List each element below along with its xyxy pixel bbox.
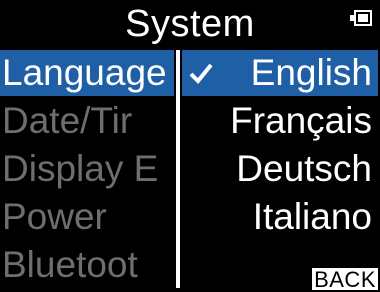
language-option-label: Italiano: [252, 196, 372, 237]
menu-item-power[interactable]: Power: [0, 194, 174, 240]
battery-icon: [350, 10, 374, 26]
settings-menu: Language Date/Tir Display E Power Blueto…: [0, 50, 174, 288]
language-list: English Français Deutsch Italiano BACK: [182, 50, 380, 292]
back-button[interactable]: BACK: [312, 268, 378, 292]
language-option-deutsch[interactable]: Deutsch: [182, 146, 378, 192]
language-option-label: Français: [230, 100, 372, 141]
menu-item-language[interactable]: Language: [0, 50, 174, 96]
language-option-english[interactable]: English: [182, 50, 378, 96]
header: System: [0, 0, 380, 48]
menu-item-date-time[interactable]: Date/Tir: [0, 98, 174, 144]
language-option-francais[interactable]: Français: [182, 98, 378, 144]
checkmark-icon: [189, 63, 213, 84]
language-option-label: English: [250, 52, 372, 93]
menu-item-bluetooth[interactable]: Bluetoot: [0, 242, 174, 288]
divider: [176, 50, 180, 288]
page-title: System: [125, 3, 255, 45]
language-option-italiano[interactable]: Italiano: [182, 194, 378, 240]
screen: System Language Date/Tir Display E Power…: [0, 0, 380, 292]
language-option-label: Deutsch: [236, 148, 372, 189]
menu-item-display[interactable]: Display E: [0, 146, 174, 192]
